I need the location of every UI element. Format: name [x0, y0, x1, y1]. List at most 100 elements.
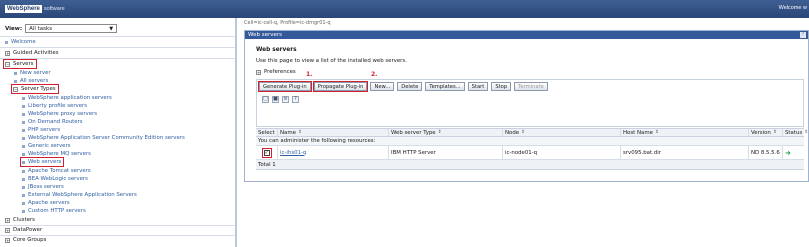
nav-guided-activities[interactable]: + Guided Activities — [5, 49, 59, 57]
preferences-toggle[interactable]: + Preferences — [256, 69, 296, 75]
row-select-cell: ✓ — [256, 146, 278, 159]
row-checkbox[interactable]: ✓ — [263, 149, 270, 156]
collapse-icon[interactable]: − — [13, 86, 18, 92]
web-servers-portlet: Web servers ? Web servers Use this page … — [244, 30, 809, 182]
help-icon[interactable]: ? — [800, 32, 806, 38]
nav-item-label: External WebSphere Application Servers — [28, 192, 137, 198]
nav-item-label: Custom HTTP servers — [28, 208, 86, 214]
col-select: Select — [256, 129, 278, 136]
col-status[interactable]: Status ⇕ — [783, 129, 808, 136]
nav-apache-servers[interactable]: Apache servers — [22, 199, 70, 207]
step-1-annotation: 1. — [306, 71, 313, 78]
col-version[interactable]: Version ⇕ — [749, 129, 783, 136]
nav-all-servers[interactable]: All servers — [14, 77, 48, 85]
col-type[interactable]: Web server Type ⇕ — [389, 129, 503, 136]
propagate-plugin-button[interactable]: Propagate Plug-in — [312, 81, 369, 92]
sort-icon[interactable]: ⇕ — [521, 130, 525, 135]
stop-button[interactable]: Stop — [491, 82, 512, 91]
nav-core-groups[interactable]: + Core Groups — [5, 236, 46, 244]
nav-item-label: Generic servers — [28, 143, 71, 149]
expand-icon[interactable]: + — [5, 227, 10, 233]
nav-external-was-servers[interactable]: External WebSphere Application Servers — [22, 191, 137, 199]
row-node-cell: ic-node01-q — [503, 146, 621, 159]
deselect-all-icon[interactable]: ■ — [272, 96, 279, 103]
bullet-icon — [22, 152, 25, 156]
table-tools: □ ■ ≡ ? — [262, 96, 299, 103]
filter-icon[interactable]: ≡ — [282, 96, 289, 103]
sort-icon[interactable]: ⇕ — [773, 130, 777, 135]
nav-community-edition-servers[interactable]: WebSphere Application Server Community E… — [22, 134, 185, 142]
bullet-icon — [22, 144, 25, 148]
sort-icon[interactable]: ⇕ — [438, 130, 442, 135]
nav-tomcat-servers[interactable]: Apache Tomcat servers — [22, 167, 91, 175]
nav-clusters[interactable]: + Clusters — [5, 216, 35, 224]
nav-weblogic-servers[interactable]: BEA WebLogic servers — [22, 175, 88, 183]
nav-divider — [0, 58, 235, 59]
web-server-link[interactable]: ic-ihs01-q — [280, 150, 306, 156]
nav-item-label: On Demand Routers — [28, 119, 83, 125]
nav-server-types-label: Server Types — [21, 86, 56, 92]
nav-datapower[interactable]: + DataPower — [5, 226, 42, 234]
top-banner: WebSphere software Welcome w — [0, 0, 809, 18]
nav-item-label: WebSphere application servers — [28, 95, 112, 101]
nav-server-types[interactable]: − Server Types — [11, 84, 59, 94]
delete-button[interactable]: Delete — [397, 82, 423, 91]
nav-websphere-app-servers[interactable]: WebSphere application servers — [22, 94, 112, 102]
sort-icon[interactable]: ⇕ — [804, 130, 808, 135]
table-note-row: You can administer the following resourc… — [256, 137, 804, 146]
bullet-icon — [22, 177, 25, 181]
nav-core-groups-label: Core Groups — [13, 237, 47, 243]
nav-item-label: JBoss servers — [28, 184, 64, 190]
nav-all-servers-label: All servers — [20, 78, 49, 84]
view-selector-row: View: All tasks ▼ — [5, 24, 118, 33]
templates-button[interactable]: Templates... — [425, 82, 465, 91]
nav-on-demand-routers[interactable]: On Demand Routers — [22, 118, 83, 126]
bullet-icon — [14, 71, 17, 75]
expand-icon[interactable]: + — [5, 237, 10, 243]
expand-icon[interactable]: + — [5, 217, 10, 223]
cell-profile-text: Cell=ic-cell-q, Profile=ic-dmgr01-q — [244, 20, 331, 26]
nav-servers[interactable]: − Servers — [3, 59, 37, 69]
row-host-cell: srv095.bat.dir — [621, 146, 749, 159]
nav-web-servers[interactable]: Web servers — [19, 157, 65, 167]
row-type-cell: IBM HTTP Server — [389, 146, 503, 159]
collapse-icon[interactable]: − — [5, 61, 10, 67]
view-select[interactable]: All tasks ▼ — [25, 24, 118, 33]
sort-icon[interactable]: ⇕ — [655, 130, 659, 135]
table-header-row: Select Name ⇕ Web server Type ⇕ Node ⇕ Host… — [256, 128, 808, 137]
main-content: Cell=ic-cell-q, Profile=ic-dmgr01-q Web … — [240, 18, 809, 247]
col-status-label: Status — [785, 129, 803, 136]
col-host[interactable]: Host Name ⇕ — [621, 129, 749, 136]
logo-brand: WebSphere — [5, 5, 42, 13]
start-button[interactable]: Start — [467, 82, 489, 91]
nav-jboss-servers[interactable]: JBoss servers — [22, 183, 64, 191]
table-total: Total 1 — [258, 161, 276, 168]
nav-php-servers[interactable]: PHP servers — [22, 126, 60, 134]
new-button[interactable]: New... — [370, 82, 395, 91]
generate-plugin-button[interactable]: Generate Plug-in — [258, 81, 312, 92]
nav-new-server[interactable]: New server — [14, 69, 51, 77]
col-version-label: Version — [751, 129, 771, 136]
bullet-icon — [22, 112, 25, 116]
nav-generic-servers[interactable]: Generic servers — [22, 142, 71, 150]
bullet-icon — [22, 169, 25, 173]
action-toolbar: Generate Plug-in Propagate Plug-in New..… — [256, 79, 804, 127]
nav-mq-servers[interactable]: WebSphere MQ servers — [22, 150, 91, 158]
nav-custom-http-servers[interactable]: Custom HTTP servers — [22, 207, 86, 215]
col-name[interactable]: Name ⇕ — [278, 129, 389, 136]
nav-liberty-servers[interactable]: Liberty profile servers — [22, 102, 87, 110]
nav-proxy-servers[interactable]: WebSphere proxy servers — [22, 110, 97, 118]
terminate-button[interactable]: Terminate — [514, 82, 548, 91]
row-status-cell: ➜ — [783, 146, 804, 159]
expand-icon[interactable]: + — [5, 50, 10, 56]
nav-welcome[interactable]: Welcome — [5, 38, 36, 46]
show-filter-icon[interactable]: ? — [292, 96, 299, 103]
button-row: Generate Plug-in Propagate Plug-in New..… — [258, 81, 548, 92]
bullet-icon — [14, 79, 17, 83]
select-all-icon[interactable]: □ — [262, 96, 269, 103]
col-node[interactable]: Node ⇕ — [503, 129, 621, 136]
nav-divider — [0, 47, 235, 48]
expand-icon[interactable]: + — [256, 69, 261, 75]
sort-icon[interactable]: ⇕ — [298, 130, 302, 135]
col-type-label: Web server Type — [391, 129, 436, 136]
